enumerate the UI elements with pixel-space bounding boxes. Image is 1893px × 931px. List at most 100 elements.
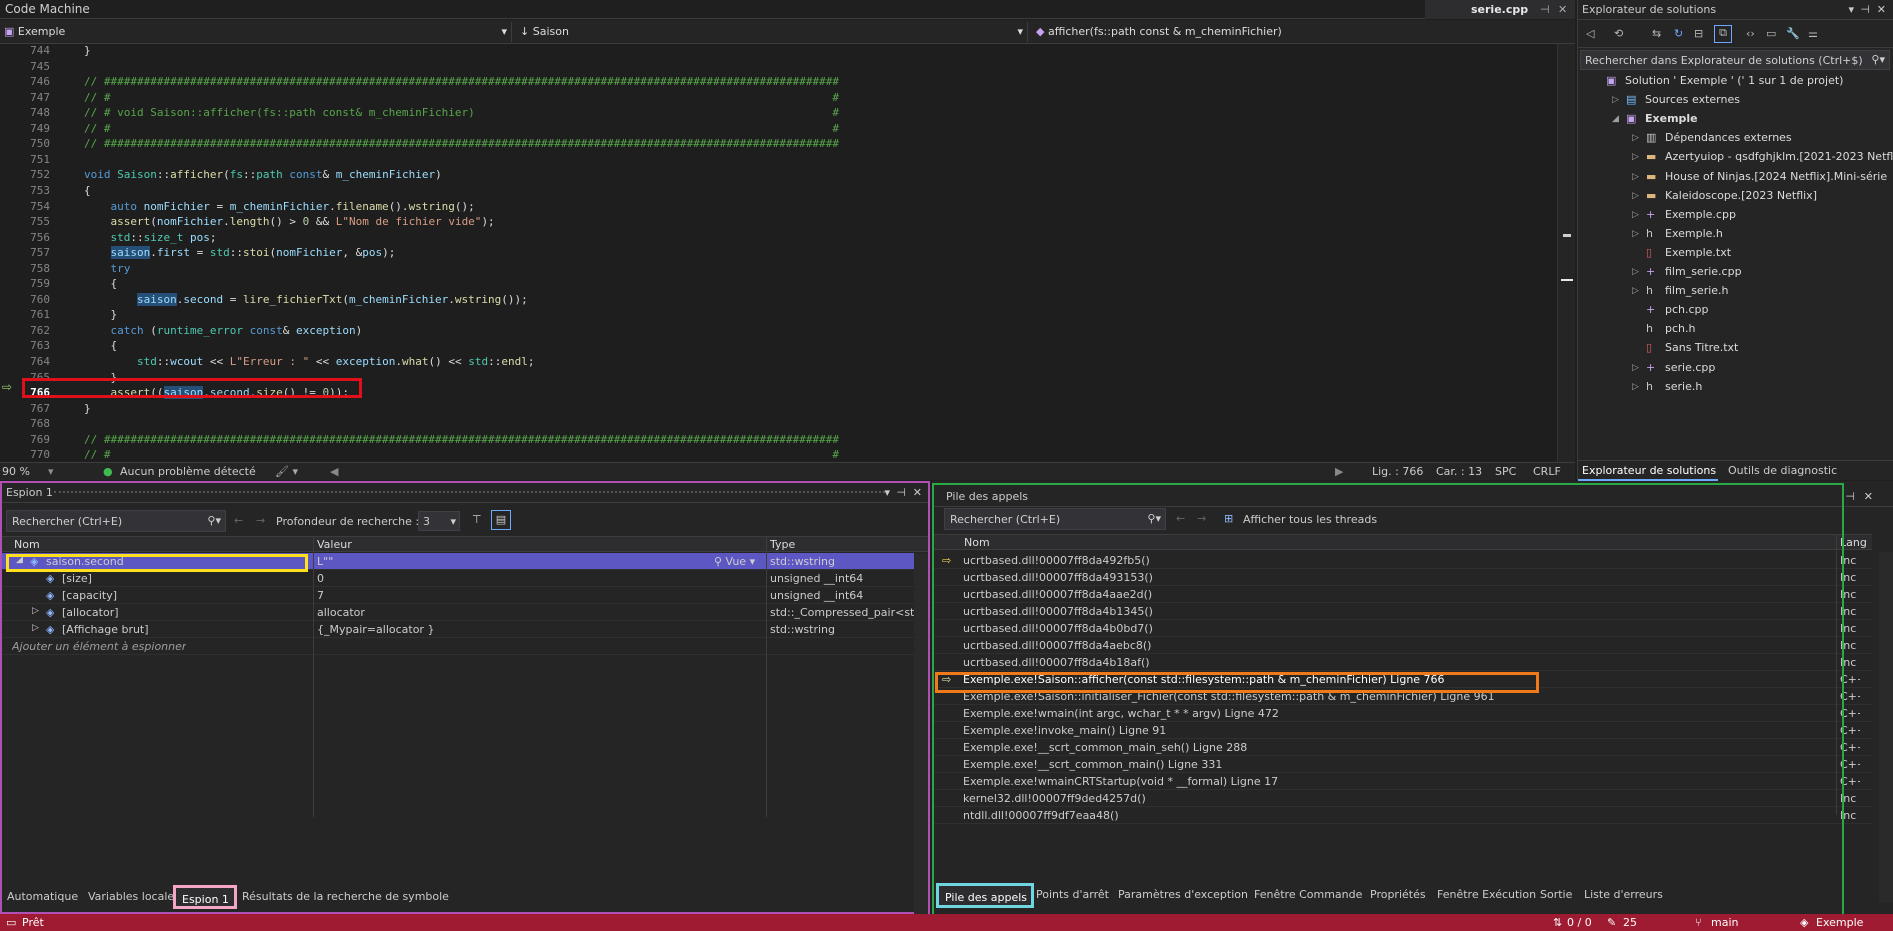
whitespace-indicator[interactable]: SPC <box>1495 465 1516 478</box>
branch-icon[interactable]: ⑂ <box>1695 916 1702 929</box>
scroll-left-icon[interactable]: ◀ <box>330 465 338 478</box>
code-line[interactable]: std::size_t pos; <box>84 231 217 244</box>
history-icon[interactable]: ⟲ <box>1614 27 1623 40</box>
call-stack-row[interactable]: ucrtbased.dll!00007ff8da493153() Inc <box>932 569 1872 586</box>
tree-item[interactable]: ▣ Solution ' Exemple ' (' 1 sur 1 de proj… <box>1606 74 1843 93</box>
search-icon[interactable]: ⚲▾ <box>1871 53 1885 66</box>
code-line[interactable]: // # # <box>84 91 839 104</box>
tree-item[interactable]: ▷ ▬ House of Ninjas.[2024 Netflix].Mini-sé… <box>1632 170 1887 189</box>
forward-icon[interactable]: → <box>1197 512 1206 525</box>
tree-item[interactable]: ▷ ▬ Azertyuiop - qsdfghjklm.[2021-2023 Net… <box>1632 150 1893 169</box>
code-line[interactable]: { <box>84 277 117 290</box>
tree-item[interactable]: ▷ h Exemple.h <box>1632 227 1723 246</box>
watch-row[interactable]: ◈ [size] 0 unsigned __int64 <box>2 570 914 587</box>
scroll-right-icon[interactable]: ▶ <box>1335 465 1343 478</box>
pin-icon[interactable]: ⊣ <box>1860 3 1870 16</box>
brush-icon[interactable]: 🖌 ▾ <box>275 465 298 478</box>
code-line[interactable]: // # # <box>84 448 839 461</box>
code-line[interactable]: void Saison::afficher(fs::path const& m_… <box>84 168 442 181</box>
column-name[interactable]: Nom <box>14 538 40 551</box>
search-icon[interactable]: ⚲▾ <box>207 514 221 527</box>
back-icon[interactable]: ← <box>1176 512 1185 525</box>
call-stack-row[interactable]: ntdll.dll!00007ff9df7eaa48() Inc <box>932 807 1872 824</box>
expand-arrow-icon[interactable]: ▷ <box>1632 210 1639 220</box>
search-icon[interactable]: ⚲▾ <box>1147 512 1161 525</box>
line-ending-indicator[interactable]: CRLF <box>1533 465 1561 478</box>
tab-solution-explorer[interactable]: Explorateur de solutions <box>1582 464 1716 477</box>
code-line[interactable]: std::wcout << L"Erreur : " << exception.… <box>84 355 534 368</box>
tab-liste-erreurs[interactable]: Liste d'erreurs <box>1584 888 1663 901</box>
visualizer-button[interactable]: ⚲ Vue ▾ <box>714 555 755 568</box>
refresh-icon[interactable]: ↻ <box>1674 27 1683 40</box>
tree-item[interactable]: ▷ + film_serie.cpp <box>1632 265 1742 284</box>
back-icon[interactable]: ◁ <box>1586 27 1594 40</box>
column-value[interactable]: Valeur <box>317 538 352 551</box>
pin-to-source-icon[interactable]: ⊤ <box>472 513 482 526</box>
solution-search-input[interactable]: Rechercher dans Explorateur de solutions… <box>1580 50 1890 70</box>
tree-item[interactable]: ▷ ▤ Sources externes <box>1612 93 1740 112</box>
column-name[interactable]: Nom <box>964 536 990 549</box>
call-stack-row[interactable]: Exemple.exe!wmainCRTStartup(void * __for… <box>932 773 1872 790</box>
depth-select[interactable]: 3 ▾ <box>418 511 460 531</box>
code-line[interactable]: assert(nomFichier.length() > 0 && L"Nom … <box>84 215 495 228</box>
code-line[interactable]: saison.second = lire_fichierTxt(m_chemin… <box>84 293 528 306</box>
editor-scrollbar[interactable] <box>1557 44 1575 462</box>
tree-item[interactable]: ▷ h film_serie.h <box>1632 284 1729 303</box>
call-stack-row[interactable]: Exemple.exe!__scrt_common_main_seh() Lig… <box>932 739 1872 756</box>
code-line[interactable]: // #####################################… <box>84 75 839 88</box>
collapse-arrow-icon[interactable]: ◢ <box>1612 114 1619 124</box>
tab-variables-locales[interactable]: Variables locales <box>88 890 180 903</box>
close-icon[interactable]: ✕ <box>1558 3 1567 16</box>
tree-item[interactable]: ▷ + serie.cpp <box>1632 361 1715 380</box>
expand-arrow-icon[interactable]: ▷ <box>1632 267 1639 277</box>
code-line[interactable]: auto nomFichier = m_cheminFichier.filena… <box>84 200 475 213</box>
repo-icon[interactable]: ◈ <box>1800 916 1808 929</box>
tree-item[interactable]: h pch.h <box>1646 322 1695 341</box>
tree-item[interactable]: ▯ Sans Titre.txt <box>1646 341 1738 360</box>
watch-row[interactable]: ◈ [capacity] 7 unsigned __int64 <box>2 587 914 604</box>
settings-icon[interactable]: ⚌ <box>1808 27 1818 40</box>
tree-item[interactable]: ▷ h serie.h <box>1632 380 1702 399</box>
tab-parametres-exception[interactable]: Paramètres d'exception <box>1118 888 1248 901</box>
call-stack-row[interactable]: Exemple.exe!__scrt_common_main() Ligne 3… <box>932 756 1872 773</box>
tab-automatique[interactable]: Automatique <box>7 890 78 903</box>
issues-status[interactable]: Aucun problème détecté <box>120 465 256 478</box>
close-icon[interactable]: ✕ <box>1864 490 1873 503</box>
tab-sortie[interactable]: Sortie <box>1540 888 1572 901</box>
code-line[interactable]: // #####################################… <box>84 137 839 150</box>
zoom-level[interactable]: 90 % <box>2 465 30 478</box>
tab-resultats-recherche-symbole[interactable]: Résultats de la recherche de symbole <box>242 890 449 903</box>
code-line[interactable]: // # void Saison::afficher(fs::path cons… <box>84 106 839 119</box>
close-icon[interactable]: ✕ <box>1877 3 1886 16</box>
add-watch-row[interactable]: Ajouter un élément à espionner <box>2 638 928 655</box>
expand-arrow-icon[interactable]: ▷ <box>1612 95 1619 105</box>
tab-serie-cpp[interactable]: serie.cpp ⊣ ✕ <box>1425 0 1575 19</box>
show-all-files-icon[interactable]: ⧉ <box>1714 25 1732 43</box>
pin-icon[interactable]: ⊣ <box>1540 3 1550 16</box>
code-line[interactable]: saison.first = std::stoi(nomFichier, &po… <box>84 246 395 259</box>
code-line[interactable]: try <box>84 262 131 275</box>
chevron-down-icon[interactable]: ▾ <box>884 486 890 499</box>
close-icon[interactable]: ✕ <box>913 486 922 499</box>
tab-espion-1[interactable]: Espion 1 <box>173 885 237 909</box>
code-editor[interactable]: 744 745 746 747 748 749 750 751 752 753 754 755 756 7… <box>0 44 1575 462</box>
tree-item[interactable]: ▷ ▥ Dépendances externes <box>1632 131 1792 150</box>
expand-arrow-icon[interactable]: ▷ <box>1632 172 1639 182</box>
code-line[interactable]: { <box>84 184 91 197</box>
chevron-down-icon[interactable]: ▾ <box>48 465 54 478</box>
branch-name[interactable]: main <box>1711 916 1738 929</box>
back-icon[interactable]: ← <box>234 514 243 527</box>
changes-count[interactable]: 25 <box>1623 916 1637 929</box>
forward-icon[interactable]: → <box>256 514 265 527</box>
expand-arrow-icon[interactable]: ▷ <box>32 623 39 633</box>
column-type[interactable]: Type <box>770 538 795 551</box>
chevron-down-icon[interactable]: ▾ <box>1848 3 1854 16</box>
watch-row[interactable]: ▷ ◈ [allocator] allocator std::_Compressed_p… <box>2 604 914 621</box>
expand-arrow-icon[interactable]: ▷ <box>1632 229 1639 239</box>
expand-arrow-icon[interactable]: ▷ <box>1632 133 1639 143</box>
call-stack-row[interactable]: kernel32.dll!00007ff9ded4257d() Inc <box>932 790 1872 807</box>
code-line[interactable]: } <box>84 402 91 415</box>
expand-arrow-icon[interactable]: ▷ <box>1632 382 1639 392</box>
code-line[interactable]: { <box>84 339 117 352</box>
call-stack-row[interactable]: ucrtbased.dll!00007ff8da4aebc8() Inc <box>932 637 1872 654</box>
